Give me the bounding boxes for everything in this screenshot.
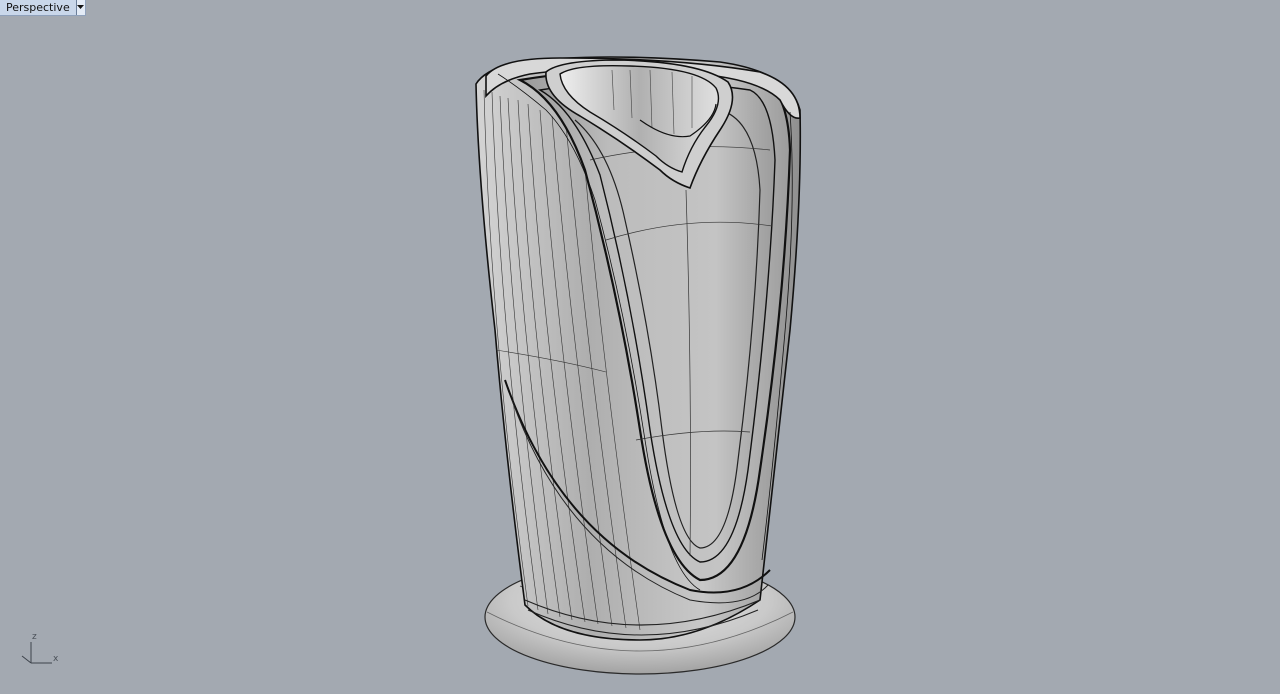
vase-3d-model[interactable] bbox=[0, 0, 1280, 694]
axis-x-label: x bbox=[53, 654, 59, 664]
perspective-viewport[interactable]: Perspective z x bbox=[0, 0, 1280, 694]
axis-z-label: z bbox=[32, 632, 37, 642]
axis-indicator: z x bbox=[14, 628, 74, 678]
axis-indicator-icon bbox=[21, 642, 52, 664]
